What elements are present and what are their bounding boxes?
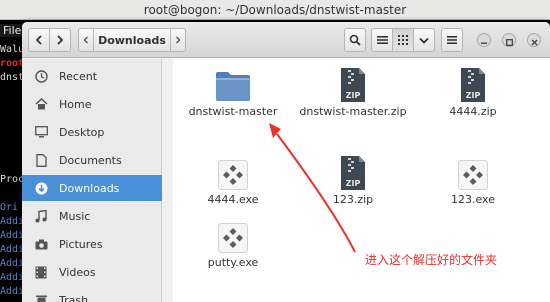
- terminal-line: Addi: [0, 258, 25, 269]
- sidebar-item-label: Documents: [59, 153, 122, 167]
- terminal-line: Proc: [0, 174, 25, 185]
- sidebar-item-downloads[interactable]: Downloads: [22, 175, 162, 201]
- chevron-left-icon: [35, 35, 43, 45]
- download-icon: [34, 181, 48, 195]
- menu-button[interactable]: [441, 28, 463, 52]
- home-icon: [34, 97, 48, 111]
- music-icon: [34, 209, 48, 223]
- close-icon: [531, 31, 538, 50]
- terminal-line: Ori: [0, 202, 19, 213]
- terminal-menu-file[interactable]: File: [0, 24, 25, 37]
- sidebar-item-label: Home: [59, 97, 92, 111]
- sidebar-item-music[interactable]: Music: [22, 203, 162, 229]
- desktop-icon: [34, 125, 48, 139]
- sidebar-item-desktop[interactable]: Desktop: [22, 119, 162, 145]
- sidebar-item-label: Videos: [59, 265, 96, 279]
- close-button[interactable]: [527, 33, 541, 47]
- terminal-line: Addi: [0, 216, 25, 227]
- hamburger-icon: [447, 35, 457, 45]
- list-icon: [376, 35, 388, 45]
- file-view: dnstwist-master ZIP dnstwist-master.zip …: [173, 59, 550, 302]
- sidebar-item-label: Trash: [59, 293, 89, 302]
- maximize-button[interactable]: [502, 33, 516, 47]
- terminal-line: Addi: [0, 244, 25, 255]
- chevron-right-icon: [56, 35, 64, 45]
- trash-icon: [34, 293, 48, 302]
- pathbar-right-arrow[interactable]: [170, 28, 186, 52]
- terminal-line: Addi: [0, 272, 25, 283]
- camera-icon: [34, 237, 48, 251]
- list-view-button[interactable]: [371, 28, 393, 52]
- sidebar-item-label: Music: [59, 209, 91, 223]
- minimize-icon: [481, 31, 487, 50]
- pathbar-label: Downloads: [98, 33, 166, 47]
- header-bar: Downloads: [22, 22, 550, 58]
- annotation-text: 进入这个解压好的文件夹: [365, 253, 498, 267]
- terminal-line: root: [0, 58, 25, 69]
- minimize-button[interactable]: [477, 33, 491, 47]
- search-button[interactable]: [344, 28, 366, 52]
- places-sidebar: Recent Home Desktop Documents Downloads …: [22, 59, 162, 302]
- terminal-line: Addi: [0, 230, 25, 241]
- grid-icon: [398, 35, 408, 45]
- sidebar-item-label: Downloads: [59, 181, 120, 195]
- back-button[interactable]: [28, 28, 50, 52]
- sidebar-item-home[interactable]: Home: [22, 91, 162, 117]
- terminal-line: dnst: [0, 72, 25, 83]
- sidebar-item-label: Recent: [59, 69, 98, 83]
- view-options-button[interactable]: [413, 28, 435, 52]
- forward-button[interactable]: [49, 28, 71, 52]
- sidebar-item-pictures[interactable]: Pictures: [22, 231, 162, 257]
- video-icon: [34, 265, 48, 279]
- sidebar-item-videos[interactable]: Videos: [22, 259, 162, 285]
- terminal-line: Walu: [0, 44, 25, 55]
- grid-view-button[interactable]: [392, 28, 414, 52]
- file-manager-window: Downloads Recent Home Desktop Documents …: [22, 22, 550, 302]
- chevron-down-icon: [419, 37, 429, 44]
- terminal-title: root@bogon: ~/Downloads/dnstwist-master: [0, 0, 550, 20]
- sidebar-item-trash[interactable]: Trash: [22, 287, 162, 302]
- sidebar-item-recent[interactable]: Recent: [22, 63, 162, 89]
- search-icon: [349, 34, 361, 46]
- chevron-right-icon: [175, 36, 181, 44]
- sidebar-item-label: Pictures: [59, 237, 103, 251]
- sidebar-item-documents[interactable]: Documents: [22, 147, 162, 173]
- document-icon: [34, 153, 48, 167]
- pathbar-downloads[interactable]: Downloads: [93, 28, 171, 52]
- terminal-line: Addi: [0, 286, 25, 297]
- clock-icon: [34, 69, 48, 83]
- sidebar-item-label: Desktop: [59, 125, 105, 139]
- chevron-left-icon: [83, 36, 89, 44]
- maximize-icon: [505, 31, 513, 50]
